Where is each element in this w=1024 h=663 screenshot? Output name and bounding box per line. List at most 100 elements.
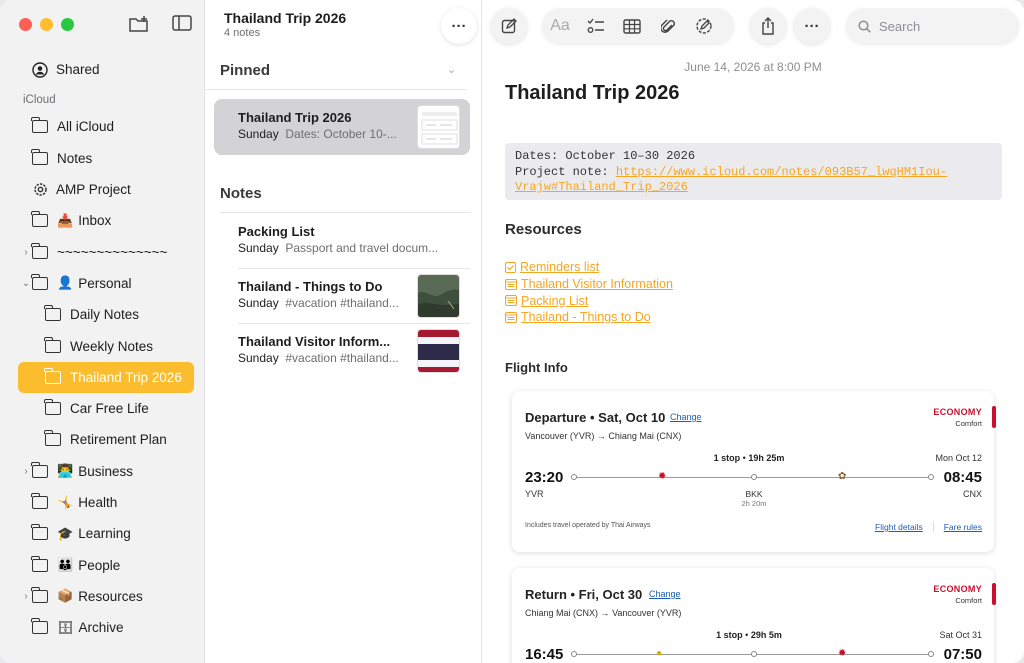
route-destination: Chiang Mai (CNX) xyxy=(608,431,682,441)
format-toolbar: Aa xyxy=(542,8,734,44)
bangkok-airways-icon: ● xyxy=(656,648,663,659)
sidebar-item-archive[interactable]: 🗄 Archive xyxy=(0,612,205,643)
link-reminders-list[interactable]: Reminders list xyxy=(505,259,673,276)
sidebar-item-label: Notes xyxy=(57,150,93,166)
sidebar-item-divider-folder[interactable]: › ~~~~~~~~~~~~~~ xyxy=(0,236,205,267)
code-block[interactable]: Dates: October 10–30 2026 Project note: … xyxy=(505,143,1002,200)
origin-node xyxy=(571,474,577,480)
cabinet-emoji-icon: 🗄 xyxy=(57,619,74,635)
sidebar-item-inbox[interactable]: 📥 Inbox xyxy=(0,205,205,236)
sidebar-item-shared[interactable]: Shared xyxy=(0,54,205,85)
new-note-button[interactable] xyxy=(491,8,527,44)
sidebar-item-daily-notes[interactable]: Daily Notes xyxy=(0,299,205,330)
note-preview: #vacation #thailand... xyxy=(285,296,399,310)
link-things-to-do[interactable]: Thailand - Things to Do xyxy=(505,309,673,326)
note-subtitle: Sunday Passport and travel docum... xyxy=(238,241,450,255)
folder-icon xyxy=(44,399,61,416)
note-editor: Aa ··· Search June 14, 2026 at 8:00 PM T… xyxy=(482,0,1024,663)
stops-summary: 1 stop • 19h 25m xyxy=(713,453,785,463)
arrival-time: 08:45 xyxy=(943,469,982,486)
sidebar-item-resources[interactable]: › 📦 Resources xyxy=(0,581,205,612)
notes-section-header: Notes xyxy=(220,185,262,202)
code-dates-line: Dates: October 10–30 2026 xyxy=(515,149,696,163)
sidebar-item-thailand-trip[interactable]: Thailand Trip 2026 xyxy=(18,361,194,393)
ellipsis-icon: ··· xyxy=(804,17,820,35)
chevron-right-icon[interactable]: › xyxy=(20,466,32,477)
note-title-heading[interactable]: Thailand Trip 2026 xyxy=(505,82,680,105)
search-field[interactable]: Search xyxy=(846,8,1019,44)
chevron-right-icon[interactable]: › xyxy=(20,591,32,602)
note-list-pane: Thailand Trip 2026 4 notes ··· Pinned ⌄ … xyxy=(205,0,482,663)
destination-node xyxy=(928,651,934,657)
note-thumbnail xyxy=(417,105,460,149)
new-folder-icon[interactable] xyxy=(128,15,150,33)
pinned-section-header: Pinned xyxy=(220,62,271,79)
arrow-right-icon: → xyxy=(600,608,610,618)
sidebar-item-weekly-notes[interactable]: Weekly Notes xyxy=(0,330,205,361)
sidebar-item-retirement-plan[interactable]: Retirement Plan xyxy=(0,424,205,455)
note-thumbnail xyxy=(417,329,460,373)
minimize-window-button[interactable] xyxy=(40,18,53,31)
arrow-right-icon: → xyxy=(596,431,606,441)
folder-icon xyxy=(44,305,61,322)
sidebar-item-car-free-life[interactable]: Car Free Life xyxy=(0,393,205,424)
note-item-visitor-info[interactable]: Thailand Visitor Inform... Sunday #vacat… xyxy=(214,323,470,379)
more-options-button[interactable]: ··· xyxy=(441,8,477,44)
folder-icon xyxy=(31,555,48,572)
link-packing-list[interactable]: Packing List xyxy=(505,292,673,309)
operated-by-note: Includes travel operated by Thai Airways xyxy=(525,522,651,529)
departure-code: YVR xyxy=(525,489,544,499)
stops-summary: 1 stop • 29h 5m xyxy=(716,630,782,640)
note-item-packing-list[interactable]: Packing List Sunday Passport and travel … xyxy=(214,213,470,269)
note-preview: #vacation #thailand... xyxy=(285,351,399,365)
note-day: Sunday xyxy=(238,351,279,365)
sidebar-item-notes[interactable]: Notes xyxy=(0,143,205,174)
fare-rules-link[interactable]: Fare rules xyxy=(944,522,982,532)
folder-icon xyxy=(31,148,48,165)
trip-duration: 19h 25m xyxy=(748,453,785,463)
chevron-down-icon[interactable]: ⌄ xyxy=(447,63,456,76)
sidebar-toggle-icon[interactable] xyxy=(172,15,192,31)
flight-card-departure: Departure • Sat, Oct 10 Change Vancouver… xyxy=(512,391,996,552)
flight-details-link[interactable]: Flight details xyxy=(875,522,923,532)
sidebar-item-label: Learning xyxy=(78,526,131,542)
sidebar-item-all-icloud[interactable]: All iCloud xyxy=(0,111,205,142)
note-day: Sunday xyxy=(238,127,279,141)
change-flight-link[interactable]: Change xyxy=(649,589,681,599)
sidebar-item-amp-project[interactable]: AMP Project xyxy=(0,174,205,205)
sidebar-item-learning[interactable]: 🎓 Learning xyxy=(0,518,205,549)
folder-icon xyxy=(31,242,48,259)
resources-heading: Resources xyxy=(505,221,582,238)
chevron-right-icon[interactable]: › xyxy=(20,247,32,258)
checklist-button[interactable] xyxy=(578,8,614,44)
divider xyxy=(932,522,934,532)
markup-pen-icon xyxy=(696,18,712,34)
note-item-things-to-do[interactable]: Thailand - Things to Do Sunday #vacation… xyxy=(214,268,470,324)
note-title: Packing List xyxy=(238,224,315,239)
window-controls xyxy=(19,18,74,31)
table-button[interactable] xyxy=(614,8,650,44)
flight-heading: Departure • Sat, Oct 10 xyxy=(525,410,666,425)
sidebar-item-business[interactable]: › 👨‍💻 Business xyxy=(0,456,205,487)
graduation-cap-icon: 🎓 xyxy=(57,525,74,541)
document-thumbnail-icon xyxy=(421,112,458,145)
note-item-thailand-trip[interactable]: Thailand Trip 2026 Sunday Dates: October… xyxy=(214,99,470,155)
sidebar-item-health[interactable]: 🤸 Health xyxy=(0,487,205,518)
chevron-down-icon[interactable]: ⌄ xyxy=(20,278,32,289)
zoom-window-button[interactable] xyxy=(61,18,74,31)
markup-button[interactable] xyxy=(686,8,722,44)
sidebar-item-personal[interactable]: ⌄ 👤 Personal xyxy=(0,268,205,299)
more-button[interactable]: ··· xyxy=(794,8,830,44)
flight-route: Vancouver (YVR) → Chiang Mai (CNX) xyxy=(525,431,681,441)
change-flight-link[interactable]: Change xyxy=(670,412,702,422)
layover-duration: 2h 20m xyxy=(741,499,767,508)
attachment-button[interactable] xyxy=(650,8,686,44)
flight-info-heading: Flight Info xyxy=(505,360,568,375)
flight-card-return: Return • Fri, Oct 30 Change Chiang Mai (… xyxy=(512,568,996,663)
sidebar-item-people[interactable]: 👪 People xyxy=(0,549,205,580)
note-day: Sunday xyxy=(238,296,279,310)
text-format-button[interactable]: Aa xyxy=(542,8,578,44)
share-button[interactable] xyxy=(750,8,786,44)
link-visitor-information[interactable]: Thailand Visitor Information xyxy=(505,276,673,293)
close-window-button[interactable] xyxy=(19,18,32,31)
